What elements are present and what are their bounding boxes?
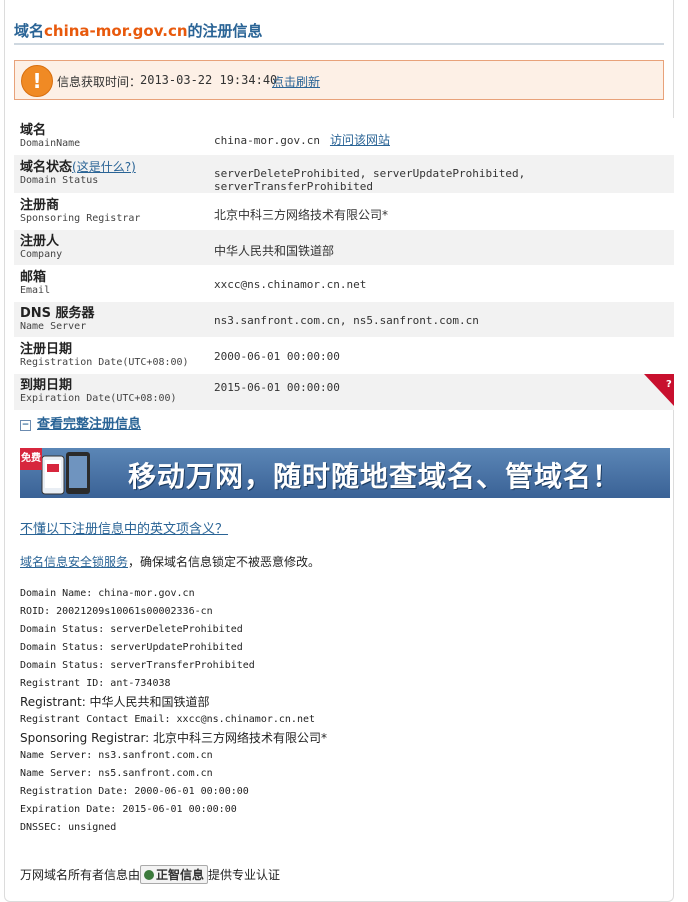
exp-date-value: 2015-06-01 00:00:00 [214,381,340,394]
help-corner-icon[interactable]: ? [644,374,674,406]
fetch-time-value: 2013-03-22 19:34:40 [140,73,278,87]
phones-icon [41,452,90,495]
row-registrar: 注册商 Sponsoring Registrar 北京中科三方网络技术有限公司* [14,193,674,230]
whois-line: Domain Name: china-mor.gov.cn [20,588,195,599]
row-exp-date: 到期日期 Expiration Date(UTC+08:00) 2015-06-0… [14,373,674,410]
fetch-time-notice: ! 信息获取时间： 2013-03-22 19:34:40 点击刷新 [14,60,664,100]
row-domain: 域名 DomainName china-mor.gov.cn 访问该网站 [14,118,674,155]
whois-line: Domain Status: serverTransferProhibited [20,660,255,671]
whois-line: Expiration Date: 2015-06-01 00:00:00 [20,804,237,815]
title-divider [14,43,664,45]
whois-line: Name Server: ns3.sanfront.com.cn [20,750,213,761]
lock-service-line: 域名信息安全锁服务，确保域名信息锁定不被恶意修改。 [20,555,321,569]
exclamation-icon: ! [21,65,53,97]
title-domain: china-mor.gov.cn [44,22,188,40]
lock-service-link[interactable]: 域名信息安全锁服务 [20,555,128,569]
visit-site-link[interactable]: 访问该网站 [330,133,390,147]
whatis-link[interactable]: (这是什么?) [72,160,136,174]
zhengzhi-badge[interactable]: 正智信息 [140,865,209,884]
fetch-time-label: 信息获取时间： [57,75,142,89]
banner-text: 移动万网，随时随地查域名、管域名！ [128,460,622,493]
refresh-link[interactable]: 点击刷新 [272,73,320,90]
whois-line: Registrant ID: ant-734038 [20,678,171,689]
whois-line: Domain Status: serverUpdateProhibited [20,642,243,653]
page-title: 域名china-mor.gov.cn的注册信息 [14,22,263,40]
registrar-value: 北京中科三方网络技术有限公司* [214,208,389,222]
raw-whois: Domain Name: china-mor.gov.cn ROID: 20021… [20,585,327,837]
view-full-info-link[interactable]: − 查看完整注册信息 [20,413,141,432]
certification-footer: 万网域名所有者信息由 正智信息 提供专业认证 [20,865,280,884]
whois-line: Sponsoring Registrar: 北京中科三方网络技术有限公司* [20,731,328,745]
english-meaning-link[interactable]: 不懂以下注册信息中的英文项含义？ [20,518,228,537]
whois-line: DNSSEC: unsigned [20,822,117,833]
whois-line: Name Server: ns5.sanfront.com.cn [20,768,213,779]
company-value: 中华人民共和国铁道部 [214,244,335,258]
whois-line: Domain Status: serverDeleteProhibited [20,624,243,635]
whois-line: ROID: 20021209s10061s00002336-cn [20,606,213,617]
row-nameserver: DNS 服务器 Name Server ns3.sanfront.com.cn, … [14,301,674,338]
svg-text:?: ? [666,379,672,390]
reg-date-value: 2000-06-01 00:00:00 [214,350,340,363]
free-badge: 免费 [20,448,42,470]
whois-line: Registration Date: 2000-06-01 00:00:00 [20,786,249,797]
mobile-banner[interactable]: 免费 移动万网，随时随地查域名、管域名！ [20,448,670,498]
collapse-icon: − [20,420,31,431]
whois-line: Registrant: 中华人民共和国铁道部 [20,695,210,709]
row-company: 注册人 Company 中华人民共和国铁道部 [14,229,674,266]
nameserver-value: ns3.sanfront.com.cn, ns5.sanfront.com.cn [214,314,479,327]
registration-table: 域名 DomainName china-mor.gov.cn 访问该网站 域名状态(… [14,118,674,410]
row-email: 邮箱 Email xxcc@ns.chinamor.cn.net [14,265,674,302]
row-status: 域名状态(这是什么?) Domain Status serverDeletePro… [14,154,674,194]
shield-icon [144,870,155,880]
status-value: serverDeleteProhibited, serverUpdateProh… [214,167,526,193]
whois-line: Registrant Contact Email: xxcc@ns.chinam… [20,714,316,725]
email-value: xxcc@ns.chinamor.cn.net [214,278,367,291]
row-reg-date: 注册日期 Registration Date(UTC+08:00) 2000-06… [14,337,674,374]
domain-value: china-mor.gov.cn [214,134,320,147]
